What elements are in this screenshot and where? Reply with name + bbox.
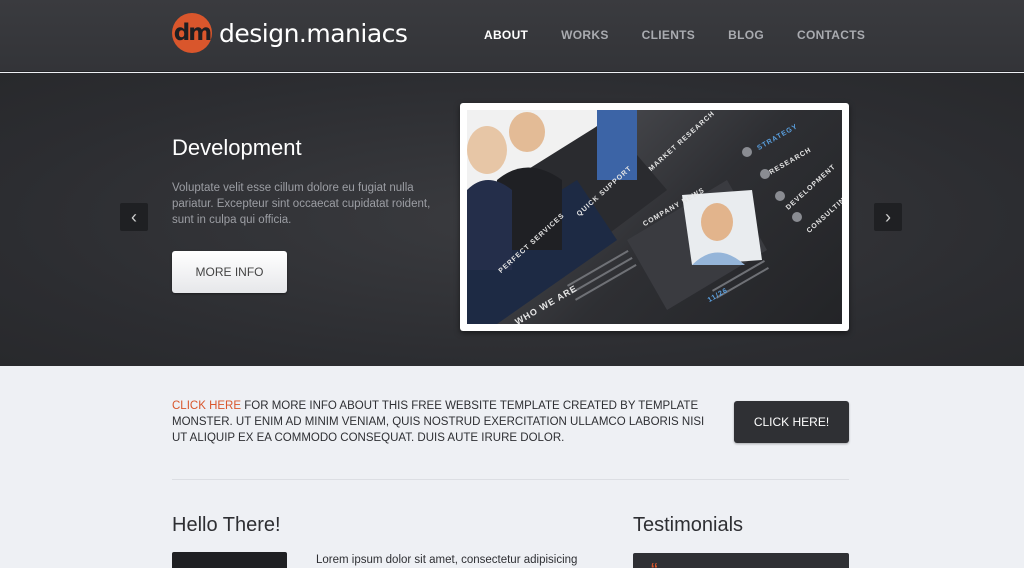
slider-next-button[interactable]: › [874, 203, 902, 231]
main-nav: ABOUT WORKS CLIENTS BLOG CONTACTS [484, 28, 865, 42]
testimonials-heading: Testimonials [633, 514, 744, 536]
nav-item-works[interactable]: WORKS [561, 28, 609, 42]
click-here-button[interactable]: CLICK HERE! [734, 401, 849, 443]
nav-item-about[interactable]: ABOUT [484, 28, 528, 42]
nav-item-blog[interactable]: BLOG [728, 28, 764, 42]
logo-mark: dm [172, 13, 212, 53]
hello-text: Lorem ipsum dolor sit amet, consectetur … [316, 554, 578, 566]
nav-item-contacts[interactable]: CONTACTS [797, 28, 865, 42]
hero-slider: ‹ Development Voluptate velit esse cillu… [0, 73, 1024, 366]
chevron-left-icon: ‹ [131, 206, 137, 227]
click-here-link[interactable]: CLICK HERE [172, 400, 241, 412]
slider-prev-button[interactable]: ‹ [120, 203, 148, 231]
hello-thumbnail [172, 552, 287, 568]
slide-image: MARKET RESEARCH QUICK SUPPORT PERFECT SE… [467, 110, 842, 324]
logo-text: design.maniacs [219, 18, 408, 48]
hero-title: Development [172, 135, 302, 160]
hello-heading: Hello There! [172, 514, 281, 536]
quote-icon: “ [651, 561, 658, 568]
nav-item-clients[interactable]: CLIENTS [642, 28, 695, 42]
testimonial-box: “ [633, 553, 849, 568]
info-body: FOR MORE INFO ABOUT THIS FREE WEBSITE TE… [172, 400, 705, 444]
more-info-button[interactable]: MORE INFO [172, 251, 287, 293]
logo[interactable]: dm design.maniacs [172, 13, 408, 53]
site-header: dm design.maniacs ABOUT WORKS CLIENTS BL… [0, 0, 1024, 72]
slide-image-frame: MARKET RESEARCH QUICK SUPPORT PERFECT SE… [460, 103, 849, 331]
hero-text: Voluptate velit esse cillum dolore eu fu… [172, 182, 431, 226]
section-divider [172, 479, 849, 480]
chevron-right-icon: › [885, 206, 891, 227]
info-text: CLICK HERE FOR MORE INFO ABOUT THIS FREE… [172, 398, 717, 446]
